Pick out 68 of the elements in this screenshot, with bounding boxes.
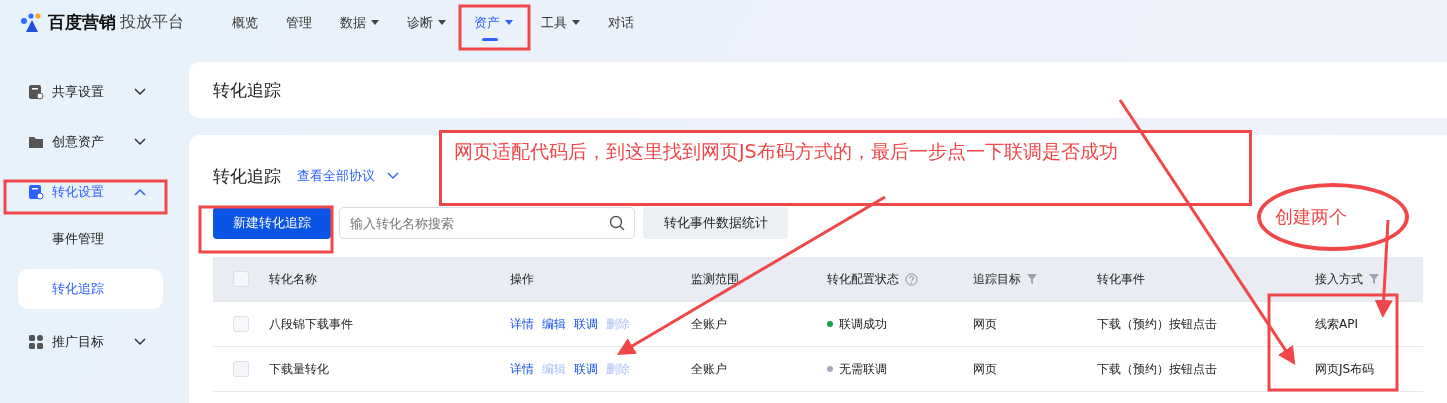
table-cell: 下载量转化 bbox=[269, 360, 329, 378]
caret-icon bbox=[505, 19, 513, 26]
nav-tab[interactable]: 工具 bbox=[527, 0, 594, 45]
search-icon bbox=[609, 215, 625, 231]
action-link[interactable]: 联调 bbox=[574, 315, 598, 333]
checkbox[interactable] bbox=[233, 316, 249, 332]
filter-icon[interactable] bbox=[1027, 274, 1037, 284]
checkbox[interactable] bbox=[233, 271, 249, 287]
sidebar-item[interactable]: 推广目标 bbox=[28, 325, 146, 359]
chevron-up-icon bbox=[134, 188, 146, 196]
checkbox[interactable] bbox=[233, 361, 249, 377]
logo-icon bbox=[20, 12, 44, 33]
nav-tab[interactable]: 资产 bbox=[460, 0, 527, 45]
filter-icon[interactable] bbox=[1369, 274, 1379, 284]
document-icon bbox=[28, 184, 44, 200]
chevron-down-icon bbox=[134, 138, 146, 146]
chevron-down-icon bbox=[387, 172, 399, 180]
status-text: 联调成功 bbox=[839, 315, 887, 333]
column-header: 操作 bbox=[510, 270, 534, 288]
table-cell: 网页 bbox=[973, 315, 997, 333]
sidebar-item[interactable]: 共享设置 bbox=[28, 75, 146, 109]
new-tracking-button[interactable]: 新建转化追踪 bbox=[213, 207, 331, 239]
document-icon bbox=[28, 84, 44, 100]
help-icon bbox=[905, 272, 918, 286]
table-cell: 网页 bbox=[973, 360, 997, 378]
nav-tab[interactable]: 数据 bbox=[326, 0, 393, 45]
action-link[interactable]: 编辑 bbox=[542, 315, 566, 333]
column-header: 转化事件 bbox=[1097, 270, 1145, 288]
table-cell: 八段锦下载事件 bbox=[269, 315, 353, 333]
table-cell: 线索API bbox=[1315, 315, 1358, 333]
column-header: 接入方式 bbox=[1315, 270, 1363, 288]
grid-icon bbox=[28, 334, 44, 350]
column-header: 监测范围 bbox=[691, 270, 739, 288]
caret-icon bbox=[438, 19, 446, 26]
chevron-down-icon bbox=[134, 338, 146, 346]
caret-icon bbox=[371, 19, 379, 26]
card-title: 转化追踪 bbox=[213, 164, 281, 188]
table-cell: 全账户 bbox=[691, 360, 727, 378]
column-header: 转化名称 bbox=[269, 270, 317, 288]
nav-tab[interactable]: 概览 bbox=[218, 0, 272, 45]
sidebar-subitem[interactable]: 转化追踪 bbox=[18, 269, 163, 309]
status-text: 无需联调 bbox=[839, 360, 887, 378]
column-header: 追踪目标 bbox=[973, 270, 1021, 288]
brand-name: 百度营销 bbox=[48, 11, 116, 34]
nav-tab[interactable]: 对话 bbox=[594, 0, 648, 45]
annotation-callout: 网页适配代码后，到这里找到网页JS布码方式的，最后一步点一下联调是否成功 bbox=[439, 130, 1252, 206]
page-title: 转化追踪 bbox=[213, 78, 281, 102]
nav-tab[interactable]: 管理 bbox=[272, 0, 326, 45]
chevron-down-icon bbox=[134, 88, 146, 96]
sidebar-item[interactable]: 转化设置 bbox=[28, 175, 146, 209]
table-cell: 全账户 bbox=[691, 315, 727, 333]
product-name: 投放平台 bbox=[120, 12, 184, 33]
column-header: 转化配置状态 bbox=[827, 270, 899, 288]
caret-icon bbox=[572, 19, 580, 26]
action-link[interactable]: 联调 bbox=[574, 360, 598, 378]
nav-tab[interactable]: 诊断 bbox=[393, 0, 460, 45]
table-cell: 网页JS布码 bbox=[1315, 360, 1375, 378]
annotation-ellipse: 创建两个 bbox=[1257, 183, 1409, 251]
folder-icon bbox=[28, 134, 44, 150]
protocol-link[interactable]: 查看全部协议 bbox=[297, 167, 399, 185]
table-cell: 下载（预约）按钮点击 bbox=[1097, 360, 1217, 378]
action-link[interactable]: 详情 bbox=[510, 360, 534, 378]
statistics-button[interactable]: 转化事件数据统计 bbox=[643, 207, 788, 239]
search-field[interactable]: 输入转化名称搜索 bbox=[339, 207, 635, 239]
sidebar-item[interactable]: 创意资产 bbox=[28, 125, 146, 159]
table-cell: 下载（预约）按钮点击 bbox=[1097, 315, 1217, 333]
action-link[interactable]: 详情 bbox=[510, 315, 534, 333]
sidebar-subitem[interactable]: 事件管理 bbox=[18, 219, 163, 259]
